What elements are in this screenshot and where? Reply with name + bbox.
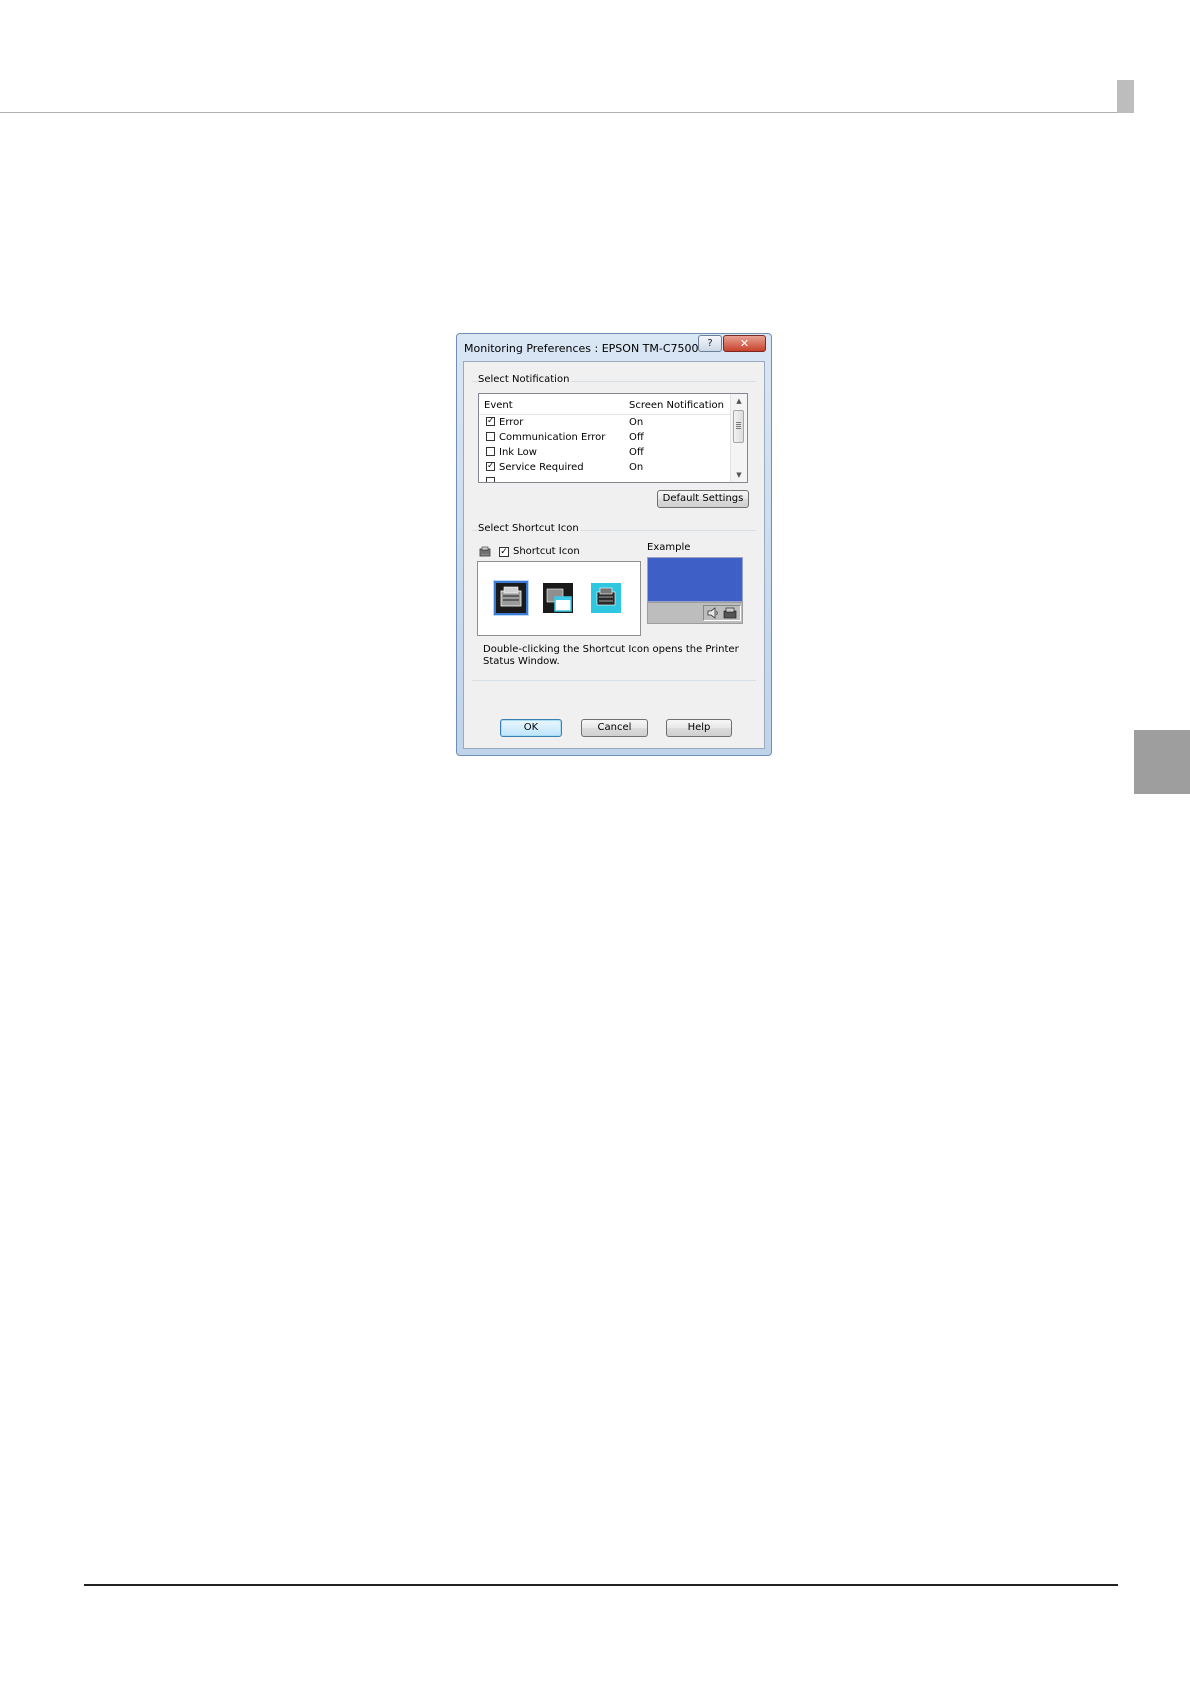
scroll-up-arrow-icon[interactable]: ▲ <box>731 394 747 408</box>
ok-button[interactable]: OK <box>500 719 562 737</box>
list-item[interactable]: ✓ Error On <box>479 415 732 430</box>
shortcut-icon-checkbox-label[interactable]: Shortcut Icon <box>513 546 582 557</box>
default-settings-button[interactable]: Default Settings <box>657 490 749 508</box>
list-item[interactable]: ✓ Service Required On <box>479 460 732 475</box>
list-item-partial[interactable] <box>479 475 732 482</box>
printer-window-icon <box>543 583 573 613</box>
footer-rule <box>84 1584 1118 1586</box>
header-rule <box>0 112 1134 113</box>
title-bar[interactable]: Monitoring Preferences : EPSON TM-C7500 … <box>457 334 771 360</box>
column-header-event[interactable]: Event <box>484 400 513 411</box>
screen-notification-value: On <box>629 417 644 428</box>
event-label: Service Required <box>499 462 584 473</box>
column-header-screen-notification[interactable]: Screen Notification <box>629 400 724 411</box>
event-checkbox[interactable] <box>486 477 495 482</box>
close-button[interactable]: ✕ <box>723 335 766 352</box>
event-label: Communication Error <box>499 432 606 443</box>
monitoring-preferences-dialog: Monitoring Preferences : EPSON TM-C7500 … <box>456 333 772 756</box>
shortcut-icon-selector <box>477 561 641 636</box>
separator <box>472 680 756 681</box>
scroll-down-arrow-icon[interactable]: ▼ <box>731 468 747 482</box>
chapter-tab-marker <box>1134 730 1190 794</box>
header-tab-marker <box>1117 80 1134 113</box>
printer-tray-icon <box>723 607 737 619</box>
dialog-client-area: Select Notification Event Screen Notific… <box>463 361 765 749</box>
grip-icon <box>736 422 741 429</box>
event-checkbox[interactable] <box>486 432 495 441</box>
printer-cyan-icon <box>591 583 621 613</box>
dialog-title: Monitoring Preferences : EPSON TM-C7500 <box>464 342 699 355</box>
event-checkbox[interactable]: ✓ <box>486 417 495 426</box>
cancel-button[interactable]: Cancel <box>581 719 648 737</box>
help-button[interactable]: Help <box>666 719 732 737</box>
shortcut-icon-option-1[interactable] <box>494 581 528 615</box>
shortcut-icon-option-2[interactable] <box>543 583 577 617</box>
shortcut-group-label: Select Shortcut Icon <box>478 523 581 534</box>
list-scrollbar[interactable]: ▲ ▼ <box>730 394 747 482</box>
speaker-icon <box>707 607 718 619</box>
scroll-thumb[interactable] <box>733 410 744 443</box>
example-desktop-preview <box>647 557 743 602</box>
event-label: Ink Low <box>499 447 537 458</box>
screen-notification-value: Off <box>629 447 644 458</box>
screen-notification-value: On <box>629 462 644 473</box>
notification-group-label: Select Notification <box>478 374 572 385</box>
example-taskbar-preview <box>647 602 743 624</box>
list-header: Event Screen Notification <box>479 394 732 415</box>
example-label: Example <box>647 542 691 553</box>
shortcut-info-text: Double-clicking the Shortcut Icon opens … <box>483 644 739 667</box>
notification-list[interactable]: Event Screen Notification ✓ Error On Com… <box>478 393 748 483</box>
event-checkbox[interactable]: ✓ <box>486 462 495 471</box>
list-item[interactable]: Communication Error Off <box>479 430 732 445</box>
title-help-button[interactable]: ? <box>698 335 722 352</box>
event-label: Error <box>499 417 524 428</box>
system-tray <box>703 605 741 621</box>
shortcut-icon-checkbox[interactable]: ✓ <box>499 547 509 557</box>
list-item[interactable]: Ink Low Off <box>479 445 732 460</box>
event-checkbox[interactable] <box>486 447 495 456</box>
shortcut-icon-option-3[interactable] <box>591 583 625 617</box>
printer-icon <box>496 583 526 613</box>
printer-status-icon <box>479 546 491 557</box>
screen-notification-value: Off <box>629 432 644 443</box>
